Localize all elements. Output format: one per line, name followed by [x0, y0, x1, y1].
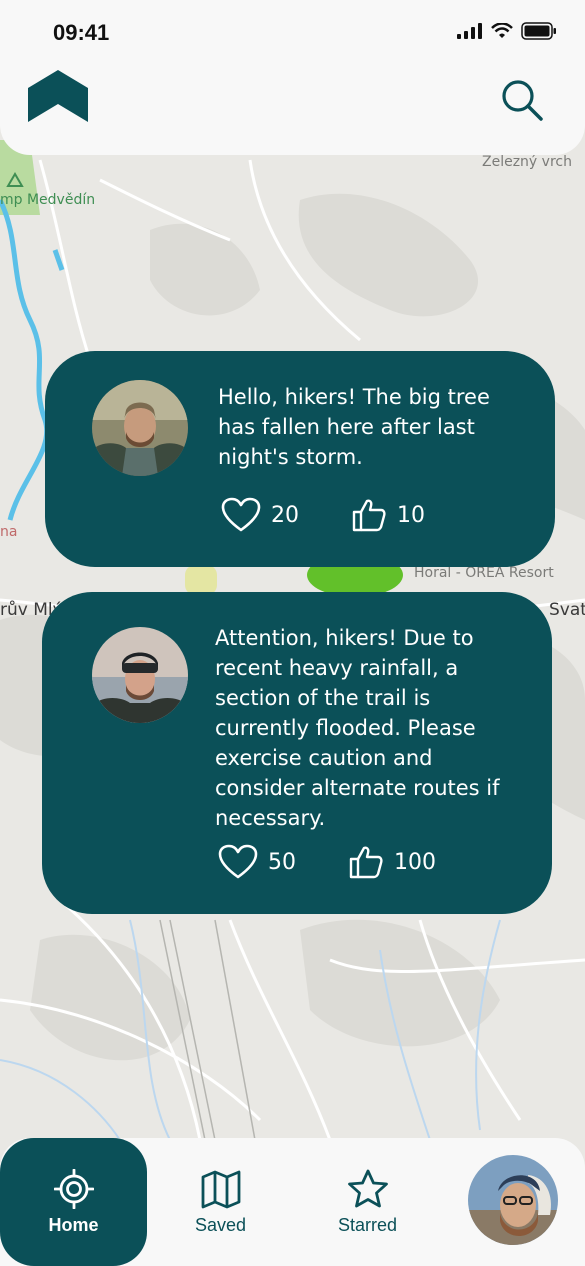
thumbs-up-button[interactable]: 10: [351, 497, 425, 533]
like-count: 50: [268, 849, 296, 875]
post-text-line: recent heavy rainfall, a: [215, 656, 459, 680]
post-text-line: has fallen here after last: [218, 415, 475, 439]
thumbs-up-button[interactable]: 100: [348, 844, 436, 880]
map-label-na: na: [0, 524, 18, 540]
post-text-line: Attention, hikers! Due to: [215, 626, 474, 650]
map-label-zelezny-vrch: Železný vrch: [482, 154, 572, 170]
post-text-line: necessary.: [215, 806, 326, 830]
status-time: 09:41: [53, 20, 110, 45]
post-card[interactable]: Hello, hikers! The big tree has fallen h…: [45, 351, 555, 567]
post-text-line: Hello, hikers! The big tree: [218, 385, 490, 409]
post-text-line: section of the trail is: [215, 686, 431, 710]
post-text-line: night's storm.: [218, 445, 363, 469]
profile-avatar[interactable]: [468, 1155, 558, 1245]
nav-starred-label: Starred: [337, 1214, 398, 1235]
battery-icon: [521, 22, 556, 40]
hiker-avatar[interactable]: [92, 627, 188, 723]
bottom-nav: Home Saved Starred: [0, 1138, 585, 1266]
thumbs-up-count: 10: [397, 502, 425, 528]
heart-icon: [221, 497, 261, 532]
thumbs-up-count: 100: [394, 849, 436, 875]
map-label-medvedin: mp Medvědín: [0, 192, 96, 208]
hiker-avatar[interactable]: [92, 380, 188, 476]
app-header: 09:41: [0, 0, 585, 155]
thumbs-up-icon: [349, 846, 383, 879]
post-text-line: consider alternate routes if: [215, 776, 500, 800]
avatar-image: [92, 380, 188, 476]
like-count: 20: [271, 502, 299, 528]
heart-icon: [218, 844, 258, 879]
like-button[interactable]: 50: [218, 844, 296, 880]
nav-saved[interactable]: Saved: [147, 1138, 294, 1266]
like-button[interactable]: 20: [221, 497, 299, 533]
map-label-horal: Horal - OREA Resort: [414, 565, 554, 581]
nav-starred[interactable]: Starred: [294, 1138, 441, 1266]
nav-saved-label: Saved: [194, 1214, 247, 1235]
profile-image: [468, 1155, 558, 1245]
status-icons: [457, 22, 557, 40]
star-icon: [347, 1169, 388, 1207]
avatar-image: [92, 627, 188, 723]
map-label-svat: Svat: [549, 600, 585, 620]
post-text-line: currently flooded. Please: [215, 716, 476, 740]
signal-icon: [457, 23, 482, 39]
target-icon: [53, 1168, 94, 1209]
post-text-line: exercise caution and: [215, 746, 433, 770]
post-message: Hello, hikers! The big tree has fallen h…: [218, 382, 538, 472]
nav-home[interactable]: Home: [0, 1138, 147, 1266]
thumbs-up-icon: [352, 499, 386, 532]
wifi-icon: [491, 23, 513, 38]
logo-icon[interactable]: [28, 70, 88, 122]
post-message: Attention, hikers! Due to recent heavy r…: [215, 623, 545, 833]
post-card[interactable]: Attention, hikers! Due to recent heavy r…: [42, 592, 552, 914]
map-icon: [201, 1170, 240, 1208]
nav-home-label: Home: [48, 1214, 99, 1235]
search-icon[interactable]: [500, 78, 544, 122]
